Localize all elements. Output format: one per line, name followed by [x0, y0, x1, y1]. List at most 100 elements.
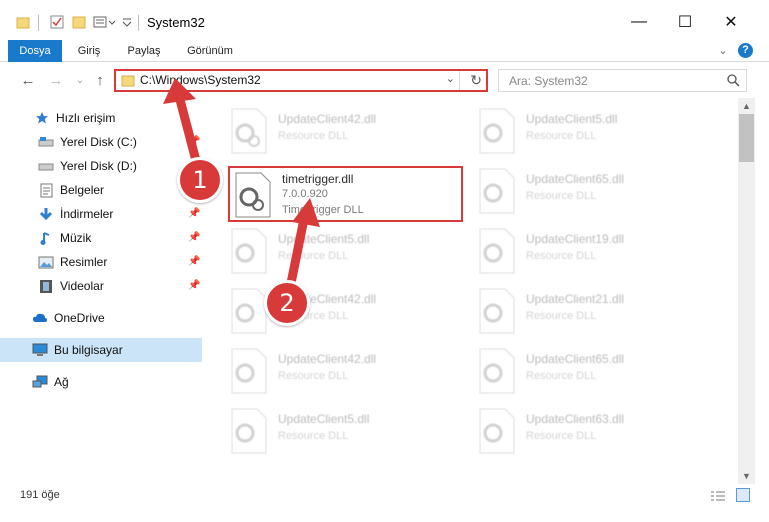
- cloud-icon: [32, 310, 48, 326]
- file-item[interactable]: UpdateClient63.dll Resource DLL: [474, 404, 714, 460]
- sidebar-item-documents[interactable]: Belgeler: [0, 178, 202, 202]
- title-bar: System32 — ☐ ✕: [0, 0, 769, 40]
- dll-file-icon: [235, 172, 271, 218]
- dll-file-icon: [231, 348, 267, 394]
- sidebar-item-this-pc[interactable]: Bu bilgisayar: [0, 338, 202, 362]
- dll-file-icon: [479, 408, 515, 454]
- sidebar-item-label: Müzik: [60, 231, 92, 245]
- tab-home[interactable]: Giriş: [68, 40, 110, 62]
- recent-locations-button[interactable]: ⌄: [70, 70, 90, 90]
- navigation-pane: Hızlı erişim Yerel Disk (C:) 📌 Yerel Dis…: [0, 98, 202, 484]
- ribbon-tabs: Dosya Giriş Paylaş Görünüm ⌄ ?: [0, 40, 769, 62]
- search-placeholder: Ara: System32: [509, 74, 588, 88]
- properties-icon[interactable]: [50, 13, 64, 31]
- file-item[interactable]: UpdateClient5.dll Resource DLL: [226, 404, 466, 460]
- file-description: Resource DLL: [278, 430, 349, 442]
- file-item[interactable]: UpdateClient42.dll Resource DLL: [226, 284, 466, 340]
- sidebar-item-pictures[interactable]: Resimler 📌: [0, 250, 202, 274]
- sidebar-item-label: Ağ: [54, 375, 69, 389]
- file-description: Resource DLL: [526, 310, 597, 322]
- folder-icon: [121, 75, 135, 87]
- forward-button[interactable]: →: [46, 70, 66, 90]
- sidebar-item-label: İndirmeler: [60, 207, 114, 221]
- up-button[interactable]: ↑: [90, 70, 110, 90]
- tab-view[interactable]: Görünüm: [180, 40, 240, 62]
- address-bar[interactable]: C:\Windows\System32 ⌄ ↻: [114, 69, 488, 92]
- vertical-scrollbar[interactable]: ▲ ▼: [738, 98, 755, 484]
- sidebar-item-label: Hızlı erişim: [56, 111, 116, 125]
- sidebar-item-label: Videolar: [60, 279, 104, 293]
- scroll-down-icon[interactable]: ▼: [742, 471, 751, 481]
- scroll-up-icon[interactable]: ▲: [742, 101, 751, 111]
- file-description: Resource DLL: [278, 250, 349, 262]
- file-description: TimeTrigger DLL: [282, 204, 364, 216]
- details-view-icon[interactable]: [710, 490, 726, 502]
- scrollbar-thumb[interactable]: [739, 114, 754, 162]
- sidebar-item-music[interactable]: Müzik 📌: [0, 226, 202, 250]
- maximize-button[interactable]: ☐: [664, 8, 706, 36]
- star-icon: [34, 110, 50, 126]
- documents-icon: [38, 182, 54, 198]
- help-icon[interactable]: ?: [738, 43, 753, 58]
- drive-icon: [38, 158, 54, 174]
- tab-file[interactable]: Dosya: [8, 40, 62, 62]
- pin-icon[interactable]: 📌: [188, 280, 200, 292]
- pin-icon[interactable]: 📌: [188, 136, 200, 148]
- customize-toolbar-icon[interactable]: [122, 13, 132, 31]
- dll-file-icon: [479, 288, 515, 334]
- file-item[interactable]: UpdateClient42.dll Resource DLL: [226, 104, 466, 160]
- dll-file-icon: [479, 168, 515, 214]
- file-name: UpdateClient19.dll: [526, 232, 625, 246]
- expand-ribbon-icon[interactable]: ⌄: [716, 44, 730, 58]
- file-name: UpdateClient65.dll: [526, 172, 625, 186]
- sidebar-item-downloads[interactable]: İndirmeler 📌: [0, 202, 202, 226]
- dll-file-icon: [479, 348, 515, 394]
- window-title: System32: [147, 15, 205, 30]
- minimize-button[interactable]: —: [618, 8, 660, 36]
- file-description: Resource DLL: [278, 130, 349, 142]
- status-bar: 191 öğe: [0, 484, 769, 522]
- large-icons-view-icon[interactable]: [736, 488, 750, 502]
- view-options-icon[interactable]: [93, 13, 115, 31]
- sidebar-item-label: Resimler: [60, 255, 108, 269]
- tab-share[interactable]: Paylaş: [120, 40, 168, 62]
- file-item[interactable]: UpdateClient42.dll Resource DLL: [226, 344, 466, 400]
- new-folder-icon[interactable]: [72, 13, 86, 31]
- pin-icon[interactable]: 📌: [188, 208, 200, 220]
- folder-icon: [16, 13, 30, 31]
- file-item[interactable]: UpdateClient65.dll Resource DLL: [474, 344, 714, 400]
- divider: [138, 15, 139, 31]
- file-item[interactable]: UpdateClient19.dll Resource DLL: [474, 224, 714, 280]
- sidebar-item-label: Yerel Disk (D:): [60, 159, 137, 173]
- sidebar-item-disk-d[interactable]: Yerel Disk (D:): [0, 154, 202, 178]
- divider: [38, 15, 39, 31]
- file-item[interactable]: UpdateClient5.dll Resource DLL: [226, 224, 466, 280]
- file-description: Resource DLL: [278, 370, 349, 382]
- close-button[interactable]: ✕: [710, 8, 752, 36]
- sidebar-item-onedrive[interactable]: OneDrive: [0, 306, 202, 330]
- sidebar-item-network[interactable]: Ağ: [0, 370, 202, 394]
- search-icon: [727, 74, 740, 87]
- dll-file-icon: [231, 288, 267, 334]
- pin-icon[interactable]: 📌: [188, 256, 200, 268]
- address-dropdown-icon[interactable]: ⌄: [446, 72, 455, 85]
- highlighted-file-item[interactable]: timetrigger.dll 7.0.0.920 TimeTrigger DL…: [228, 166, 463, 222]
- pin-icon[interactable]: 📌: [188, 232, 200, 244]
- search-box[interactable]: Ara: System32: [498, 69, 747, 92]
- dll-file-icon: [231, 108, 267, 154]
- file-item[interactable]: UpdateClient65.dll Resource DLL: [474, 164, 714, 220]
- file-description: Resource DLL: [526, 250, 597, 262]
- sidebar-item-disk-c[interactable]: Yerel Disk (C:) 📌: [0, 130, 202, 154]
- address-path: C:\Windows\System32: [140, 73, 261, 87]
- file-name: UpdateClient63.dll: [526, 412, 625, 426]
- file-name: UpdateClient42.dll: [278, 352, 377, 366]
- pictures-icon: [38, 254, 54, 270]
- refresh-icon[interactable]: ↻: [470, 72, 482, 89]
- drive-icon: [38, 134, 54, 150]
- sidebar-item-quick-access[interactable]: Hızlı erişim: [0, 106, 202, 130]
- back-button[interactable]: ←: [18, 70, 38, 90]
- sidebar-item-videos[interactable]: Videolar 📌: [0, 274, 202, 298]
- file-item[interactable]: UpdateClient5.dll Resource DLL: [474, 104, 714, 160]
- sidebar-item-label: OneDrive: [54, 311, 105, 325]
- file-item[interactable]: UpdateClient21.dll Resource DLL: [474, 284, 714, 340]
